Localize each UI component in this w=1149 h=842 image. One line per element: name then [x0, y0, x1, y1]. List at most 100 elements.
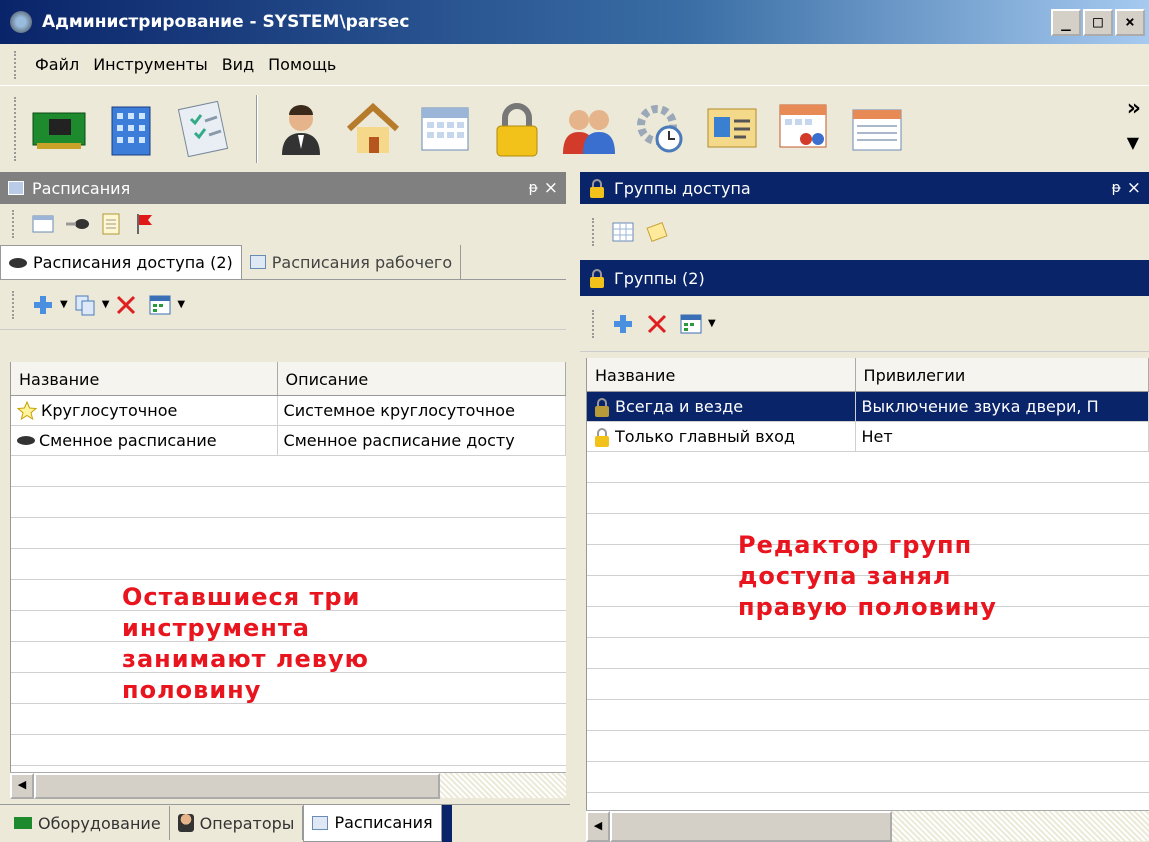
calendar-icon	[8, 181, 24, 195]
house-icon[interactable]	[342, 98, 404, 160]
maximize-button[interactable]: □	[1083, 9, 1113, 36]
add-icon[interactable]	[26, 290, 60, 320]
groups-action-toolbar: ▼	[580, 296, 1149, 352]
pin-icon[interactable]: ᵽ	[529, 180, 538, 196]
lock-icon[interactable]	[486, 98, 548, 160]
equipment-board-icon[interactable]	[28, 98, 90, 160]
table-row-selected[interactable]: Всегда и везде Выключение звука двери, П	[587, 392, 1149, 422]
groups-subtitle-bar: Группы (2)	[580, 260, 1149, 296]
panel-close-icon[interactable]: ×	[1127, 178, 1141, 198]
calendar-icon[interactable]	[414, 98, 476, 160]
add-dropdown-icon[interactable]: ▼	[60, 299, 68, 310]
menu-file[interactable]: Файл	[28, 55, 86, 74]
grid-empty-rows	[587, 452, 1149, 808]
strip-grip[interactable]	[592, 218, 596, 246]
tab-schedules[interactable]: Расписания	[303, 804, 442, 842]
table-cell-description: Сменное расписание досту	[278, 426, 566, 455]
table-row[interactable]: Только главный вход Нет	[587, 422, 1149, 452]
flag-icon[interactable]	[128, 209, 162, 239]
id-card-icon[interactable]	[702, 98, 764, 160]
copy-icon[interactable]	[68, 290, 102, 320]
lock-icon	[590, 179, 604, 198]
strip-grip[interactable]	[12, 210, 16, 238]
lock-icon	[595, 427, 609, 447]
scroll-thumb[interactable]	[34, 773, 440, 799]
groups-hscrollbar[interactable]: ◀	[586, 810, 1149, 842]
delete-icon[interactable]	[109, 290, 143, 320]
strip-grip[interactable]	[592, 309, 596, 338]
column-header-description[interactable]: Описание	[278, 362, 566, 395]
access-groups-panel-title[interactable]: Группы доступа ᵽ ×	[580, 172, 1149, 204]
strip-grip[interactable]	[12, 290, 16, 319]
menu-view[interactable]: Вид	[215, 55, 261, 74]
grid-header: Название Привилегии	[587, 358, 1149, 392]
building-icon[interactable]	[100, 98, 162, 160]
note-icon[interactable]	[640, 217, 674, 247]
menu-help[interactable]: Помощь	[261, 55, 343, 74]
bottom-tab-bar: Оборудование Операторы Расписания	[0, 804, 570, 842]
scroll-left-arrow-icon[interactable]: ◀	[586, 811, 610, 842]
checklist-icon[interactable]	[172, 98, 234, 160]
left-annotation-line: занимают левую	[122, 645, 369, 673]
window-title: Администрирование - SYSTEM\parsec	[42, 12, 410, 32]
delete-icon[interactable]	[640, 309, 674, 339]
schedules-grid: Название Описание Круглосуточное Системн…	[10, 362, 566, 772]
schedules-hscrollbar[interactable]: ◀	[10, 772, 566, 799]
panel-close-icon[interactable]: ×	[544, 178, 558, 198]
menu-bar: Файл Инструменты Вид Помощь	[0, 44, 1149, 86]
users-icon[interactable]	[558, 98, 620, 160]
calendar-users-icon[interactable]	[774, 98, 836, 160]
menu-grip[interactable]	[14, 50, 18, 79]
toolbar-overflow-chevron-icon[interactable]: »	[1127, 92, 1141, 126]
columns-icon[interactable]	[143, 290, 177, 320]
row-description-text: Системное круглосуточное	[283, 401, 515, 420]
toolbar-dropdown-arrow-icon[interactable]: ▼	[1127, 126, 1141, 160]
access-groups-panel-title-text: Группы доступа	[614, 178, 751, 198]
left-annotation-line: инструмента	[122, 614, 310, 642]
star-icon	[17, 400, 37, 420]
calendar-list-icon[interactable]	[846, 98, 908, 160]
tab-equipment[interactable]: Оборудование	[0, 806, 170, 840]
right-annotation-line: правую половину	[738, 593, 997, 621]
menu-tools[interactable]: Инструменты	[86, 55, 215, 74]
key-icon	[17, 436, 35, 445]
table-cell-privileges: Нет	[856, 422, 1149, 451]
tab-operators[interactable]: Операторы	[170, 806, 304, 840]
operator-icon[interactable]	[270, 98, 332, 160]
row-description-text: Сменное расписание досту	[283, 431, 515, 450]
table-row[interactable]: Сменное расписание Сменное расписание до…	[11, 426, 566, 456]
calendar-icon[interactable]	[26, 209, 60, 239]
minimize-button[interactable]: _	[1051, 9, 1081, 36]
pin-icon[interactable]: ᵽ	[1112, 180, 1121, 196]
columns-dropdown-icon[interactable]: ▼	[708, 318, 716, 329]
tab-access-schedules[interactable]: Расписания доступа (2)	[0, 245, 242, 279]
table-cell-name: Круглосуточное	[11, 396, 278, 425]
column-header-privileges[interactable]: Привилегии	[856, 358, 1149, 391]
toolbar-separator	[256, 95, 258, 163]
document-icon[interactable]	[94, 209, 128, 239]
close-button[interactable]: ×	[1115, 9, 1145, 36]
column-header-name[interactable]: Название	[587, 358, 856, 391]
left-annotation-line: половину	[122, 676, 262, 704]
row-name-text: Сменное расписание	[39, 431, 217, 450]
grid-view-icon[interactable]	[606, 217, 640, 247]
toolbar-grip[interactable]	[14, 97, 18, 161]
tab-equipment-label: Оборудование	[38, 813, 161, 833]
add-icon[interactable]	[606, 309, 640, 339]
scroll-left-arrow-icon[interactable]: ◀	[10, 773, 34, 799]
copy-dropdown-icon[interactable]: ▼	[102, 299, 110, 310]
window-titlebar[interactable]: Администрирование - SYSTEM\parsec _ □ ×	[0, 0, 1149, 44]
schedules-panel-title[interactable]: Расписания ᵽ ×	[0, 172, 566, 204]
row-name-text: Только главный вход	[615, 427, 795, 446]
columns-icon[interactable]	[674, 309, 708, 339]
equipment-board-icon	[14, 817, 32, 829]
scroll-thumb[interactable]	[610, 811, 892, 842]
right-annotation-line: Редактор групп	[738, 531, 973, 559]
grid-header: Название Описание	[11, 362, 566, 396]
columns-dropdown-icon[interactable]: ▼	[177, 299, 185, 310]
gear-clock-icon[interactable]	[630, 98, 692, 160]
key-icon[interactable]	[60, 209, 94, 239]
column-header-name[interactable]: Название	[11, 362, 278, 395]
table-row[interactable]: Круглосуточное Системное круглосуточное	[11, 396, 566, 426]
tab-work-schedules[interactable]: Расписания рабочего	[242, 245, 462, 279]
